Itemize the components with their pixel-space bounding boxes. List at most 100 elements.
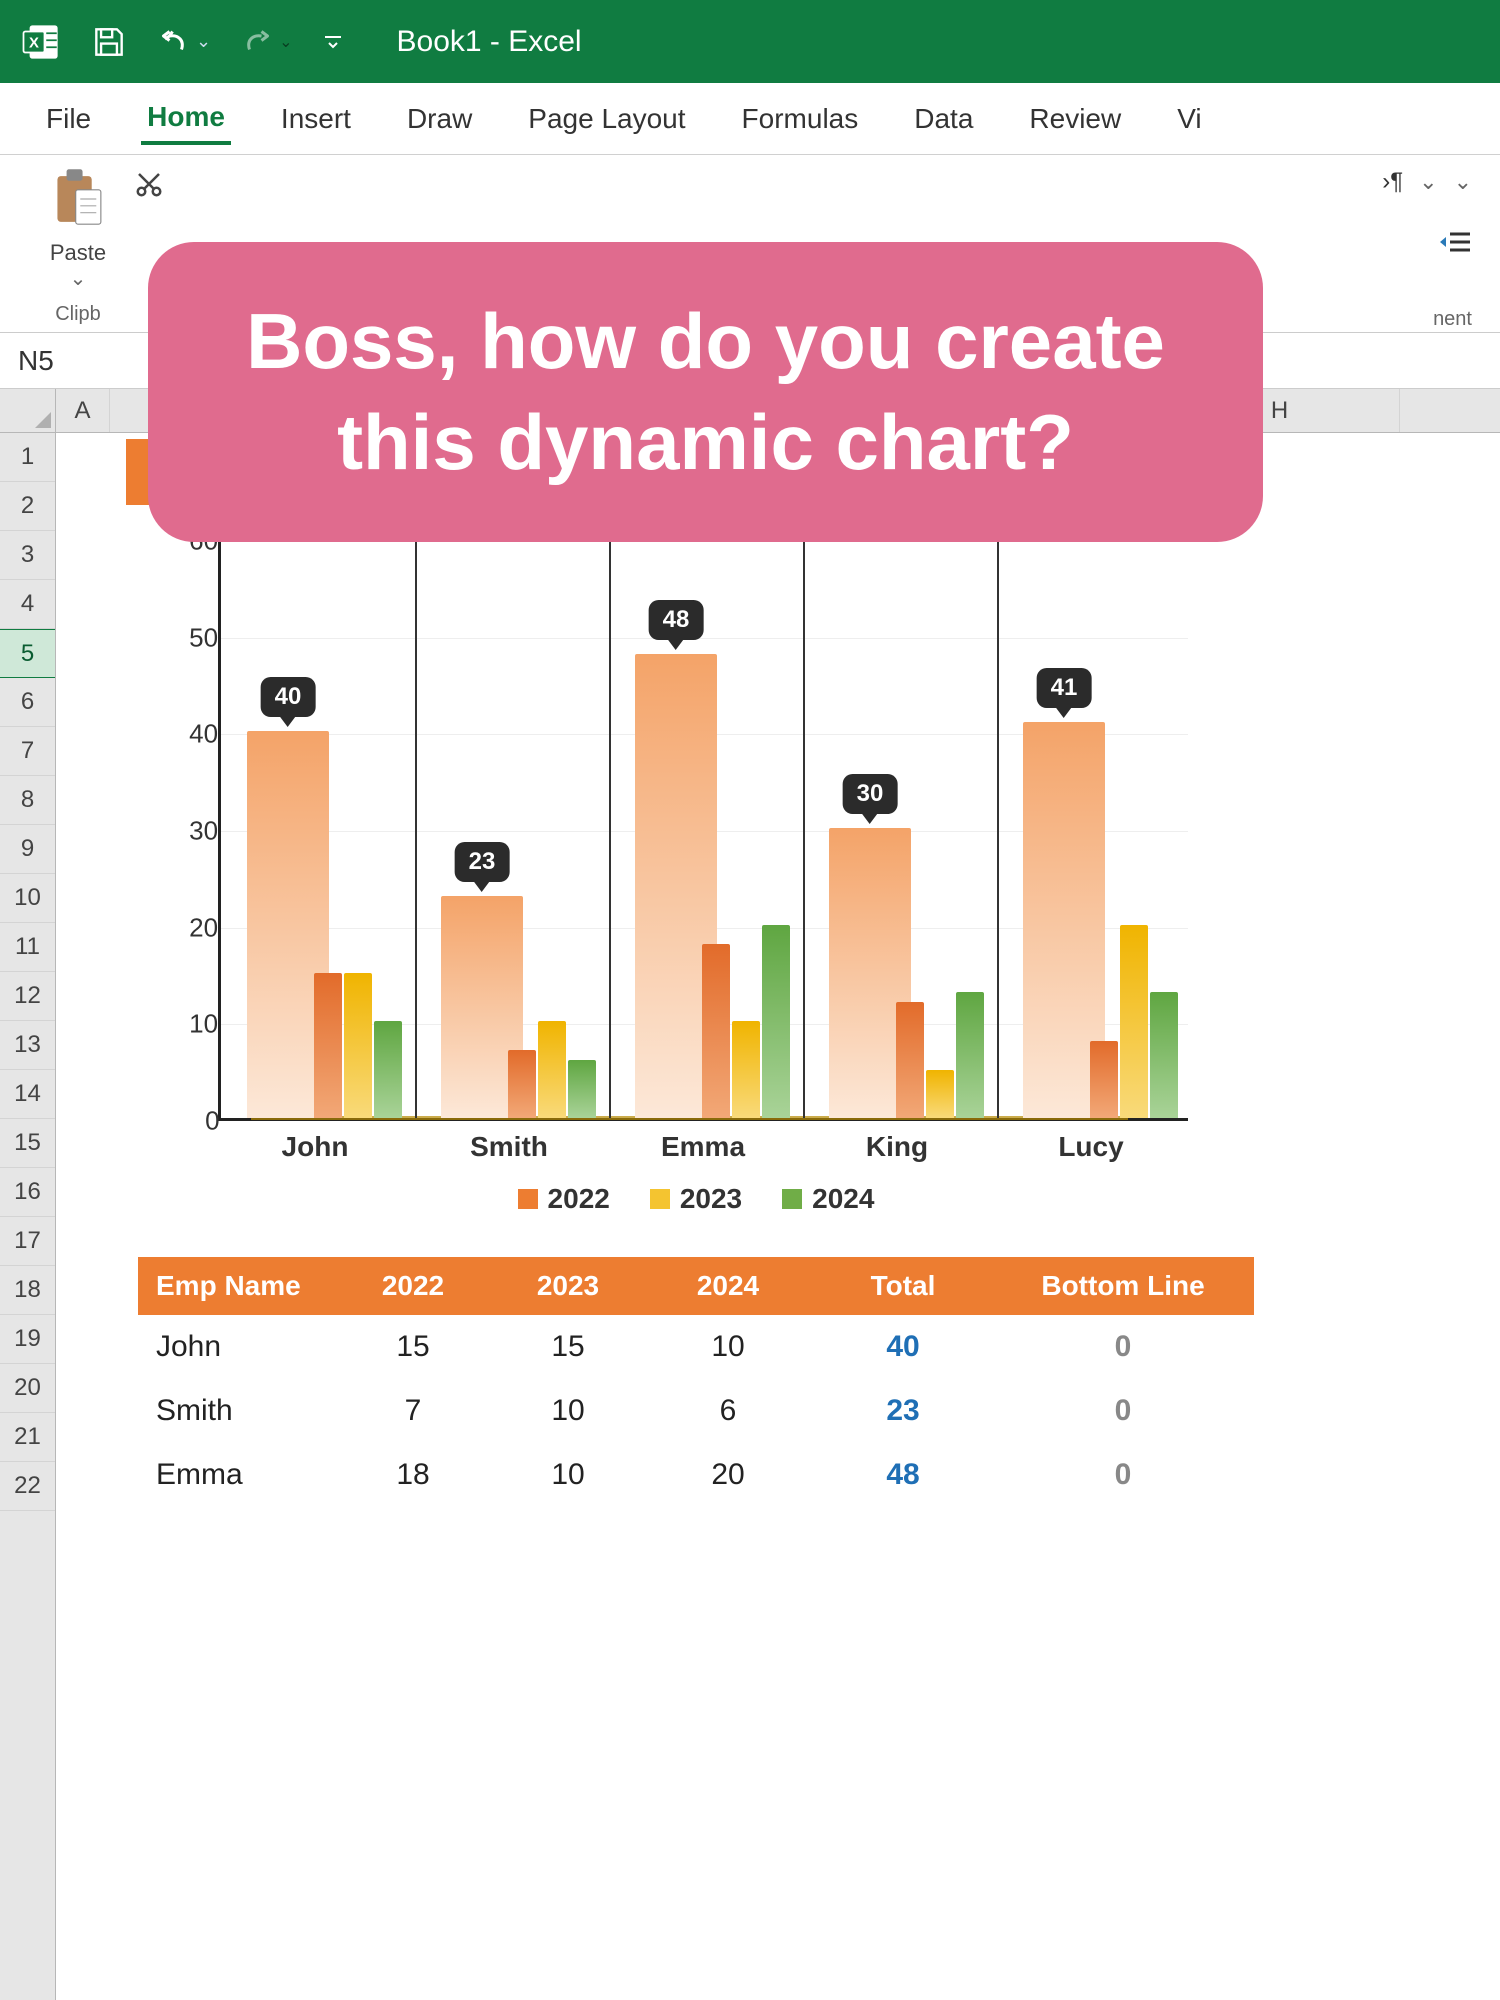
- series-bar: [926, 1070, 954, 1118]
- table-header: Emp Name: [138, 1270, 338, 1302]
- tab-review[interactable]: Review: [1023, 95, 1127, 143]
- row-header[interactable]: 16: [0, 1168, 55, 1217]
- table-header: Bottom Line: [998, 1270, 1248, 1302]
- tab-data[interactable]: Data: [908, 95, 979, 143]
- series-bar: [956, 992, 984, 1118]
- data-callout: 23: [455, 842, 510, 882]
- ribbon-right-fragment: ›¶ ⌄ ⌄ nent: [1382, 167, 1482, 332]
- table-cell: Smith: [138, 1394, 338, 1428]
- table-cell: 7: [338, 1394, 488, 1428]
- legend-item-2024: 2024: [782, 1183, 874, 1215]
- row-header[interactable]: 6: [0, 678, 55, 727]
- legend-item-2022: 2022: [518, 1183, 610, 1215]
- y-tick-label: 20: [189, 912, 218, 943]
- excel-logo-icon: X: [20, 21, 62, 63]
- col-header[interactable]: A: [56, 389, 110, 432]
- row-header[interactable]: 20: [0, 1364, 55, 1413]
- series-bar: [314, 973, 342, 1118]
- row-header[interactable]: 12: [0, 972, 55, 1021]
- series-bar: [702, 944, 730, 1118]
- tab-draw[interactable]: Draw: [401, 95, 478, 143]
- legend-item-2023: 2023: [650, 1183, 742, 1215]
- x-tick-label: King: [866, 1131, 928, 1163]
- table-cell: Emma: [138, 1458, 338, 1492]
- clipboard-group: Paste ⌄ Clipb: [18, 167, 138, 332]
- row-header[interactable]: 11: [0, 923, 55, 972]
- clipboard-icon: [49, 167, 107, 236]
- tab-page-layout[interactable]: Page Layout: [522, 95, 691, 143]
- chevron-down-icon[interactable]: ⌄: [279, 32, 292, 52]
- table-cell-bottomline: 0: [998, 1330, 1248, 1364]
- select-all-corner[interactable]: [0, 389, 55, 433]
- table-header: Total: [808, 1270, 998, 1302]
- chevron-down-icon[interactable]: ⌄: [70, 266, 87, 291]
- chevron-down-icon[interactable]: ⌄: [1454, 169, 1472, 195]
- undo-button[interactable]: ⌄: [156, 24, 211, 60]
- table-cell-bottomline: 0: [998, 1458, 1248, 1492]
- table-row: Smith7106230: [138, 1379, 1254, 1443]
- sheet-area[interactable]: A B C D E F G H Excel Dynamic Chart 0102…: [56, 389, 1500, 2000]
- row-header[interactable]: 4: [0, 580, 55, 629]
- tab-insert[interactable]: Insert: [275, 95, 357, 143]
- series-bar: [762, 925, 790, 1118]
- series-bar: [508, 1050, 536, 1118]
- row-header[interactable]: 14: [0, 1070, 55, 1119]
- row-header[interactable]: 19: [0, 1315, 55, 1364]
- chevron-down-icon[interactable]: ⌄: [196, 31, 211, 52]
- save-icon[interactable]: [90, 23, 128, 61]
- legend-swatch-icon: [518, 1189, 538, 1209]
- table-cell: 15: [338, 1330, 488, 1364]
- table-cell: 6: [648, 1394, 808, 1428]
- row-header[interactable]: 9: [0, 825, 55, 874]
- paste-button[interactable]: Paste ⌄: [49, 167, 107, 291]
- embedded-chart[interactable]: 01020304050604023483041 2022 2023 2024 J…: [136, 533, 1256, 1233]
- row-header[interactable]: 18: [0, 1266, 55, 1315]
- customize-qat-icon[interactable]: [321, 30, 345, 54]
- x-tick-label: Lucy: [1058, 1131, 1123, 1163]
- row-header[interactable]: 3: [0, 531, 55, 580]
- row-header[interactable]: 1: [0, 433, 55, 482]
- x-tick-label: John: [282, 1131, 349, 1163]
- tab-home[interactable]: Home: [141, 93, 231, 145]
- row-header[interactable]: 10: [0, 874, 55, 923]
- category-group: 30: [803, 541, 997, 1118]
- row-header[interactable]: 17: [0, 1217, 55, 1266]
- row-header[interactable]: 5: [0, 629, 55, 678]
- tab-view-truncated[interactable]: Vi: [1171, 95, 1207, 143]
- chevron-down-icon[interactable]: ⌄: [1419, 169, 1437, 195]
- series-bar: [896, 1002, 924, 1118]
- series-bar: [344, 973, 372, 1118]
- series-bar: [732, 1021, 760, 1118]
- table-header-row: Emp Name 2022 2023 2024 Total Bottom Lin…: [138, 1257, 1254, 1315]
- category-group: 23: [415, 541, 609, 1118]
- table-cell: 18: [338, 1458, 488, 1492]
- table-row: John151510400: [138, 1315, 1254, 1379]
- paste-label: Paste: [50, 240, 106, 266]
- row-header[interactable]: 22: [0, 1462, 55, 1511]
- caption-overlay: Boss, how do you create this dynamic cha…: [148, 242, 1263, 542]
- increase-indent-icon[interactable]: [1438, 228, 1472, 263]
- tab-file[interactable]: File: [40, 95, 97, 143]
- tab-formulas[interactable]: Formulas: [736, 95, 865, 143]
- row-header[interactable]: 21: [0, 1413, 55, 1462]
- row-header[interactable]: 2: [0, 482, 55, 531]
- table-cell-total: 48: [808, 1458, 998, 1492]
- row-header[interactable]: 15: [0, 1119, 55, 1168]
- row-header[interactable]: 8: [0, 776, 55, 825]
- y-tick-label: 40: [189, 719, 218, 750]
- category-group: 40: [221, 541, 415, 1118]
- y-tick-label: 30: [189, 816, 218, 847]
- x-tick-label: Emma: [661, 1131, 745, 1163]
- legend-swatch-icon: [650, 1189, 670, 1209]
- row-header[interactable]: 13: [0, 1021, 55, 1070]
- name-box[interactable]: N5: [0, 333, 150, 388]
- table-row: Emma181020480: [138, 1443, 1254, 1507]
- row-headers: 12345678910111213141516171819202122: [0, 389, 56, 2000]
- series-bar: [538, 1021, 566, 1118]
- series-bar: [1090, 1041, 1118, 1118]
- table-cell: 10: [488, 1458, 648, 1492]
- text-direction-icon[interactable]: ›¶: [1382, 168, 1403, 196]
- row-header[interactable]: 7: [0, 727, 55, 776]
- redo-button[interactable]: ⌄: [239, 24, 292, 60]
- table-cell-bottomline: 0: [998, 1394, 1248, 1428]
